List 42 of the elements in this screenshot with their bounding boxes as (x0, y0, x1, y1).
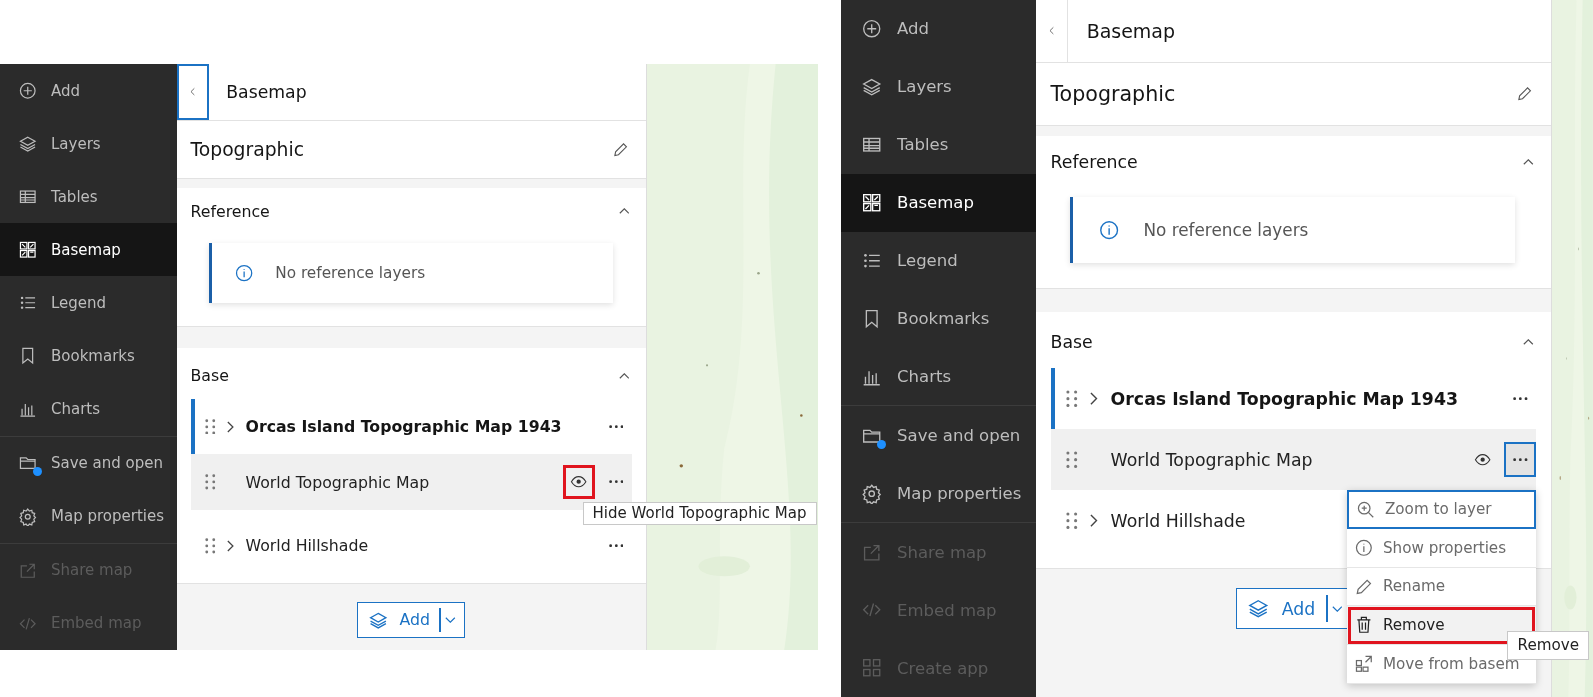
layer-item[interactable]: World Hillshade (1050, 490, 1345, 552)
nav-item[interactable]: Layers (0, 117, 177, 171)
notice-text: No reference layers (275, 264, 426, 283)
nav-item[interactable]: Charts (0, 382, 177, 436)
nav-item[interactable]: Legend (0, 276, 177, 330)
layer-name: World Topographic Map (245, 472, 430, 492)
nav-item[interactable]: Save and open (0, 436, 177, 490)
layer-name: Orcas Island Topographic Map 1943 (245, 417, 562, 436)
add-button[interactable]: Add (357, 601, 465, 639)
menu-item[interactable]: Zoom to layer (1346, 490, 1537, 529)
nav-item[interactable]: Tables (841, 115, 1036, 174)
section-title: Base (1050, 332, 1093, 353)
layer-name: World Hillshade (245, 536, 369, 556)
layer-name: World Topographic Map (1110, 449, 1313, 470)
nav-item[interactable]: Charts (841, 347, 1036, 406)
nav-item[interactable]: Map properties (841, 464, 1036, 523)
section-title: Reference (190, 201, 270, 221)
nav-item[interactable]: Save and open (841, 406, 1036, 465)
nav-item[interactable]: Add (0, 64, 177, 118)
basemap-name: Topographic (190, 138, 305, 160)
basemap-name: Topographic (1050, 81, 1176, 106)
menu-item[interactable]: Show properties (1346, 528, 1537, 568)
nav-item[interactable]: Tables (0, 170, 177, 224)
layer-name: World Hillshade (1110, 510, 1246, 531)
nav-item[interactable]: Basemap (841, 173, 1036, 232)
section-title: Reference (1050, 151, 1138, 172)
nav-item[interactable]: Add (841, 0, 1036, 58)
section-title: Base (190, 366, 229, 385)
nav-item[interactable]: Bookmarks (0, 329, 177, 383)
nav-item[interactable]: Bookmarks (841, 289, 1036, 348)
nav-item[interactable]: Layers (841, 57, 1036, 116)
nav-item[interactable]: Basemap (0, 223, 177, 277)
tooltip: Hide World Topographic Map (582, 502, 817, 525)
nav-item[interactable]: Legend (841, 231, 1036, 290)
nav-item[interactable]: Map properties (0, 489, 177, 543)
notice-text: No reference layers (1143, 220, 1309, 241)
tooltip: Remove (1507, 630, 1590, 660)
menu-item[interactable]: Rename (1346, 567, 1537, 607)
panel-title: Basemap (1085, 18, 1175, 44)
layer-name: Orcas Island Topographic Map 1943 (1110, 388, 1458, 409)
layer-item[interactable]: World Hillshade (190, 524, 632, 568)
panel-title: Basemap (225, 81, 307, 104)
